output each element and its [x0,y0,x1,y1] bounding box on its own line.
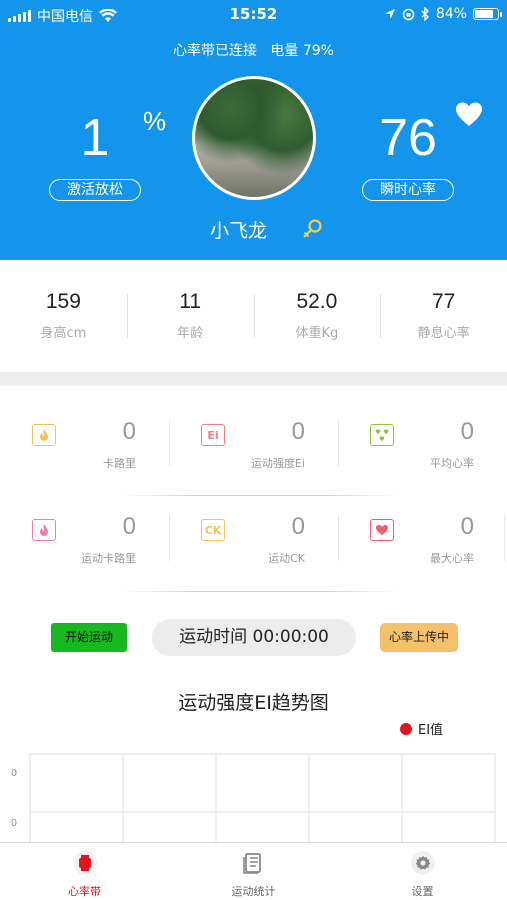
metrics-row: 0 卡路里 Ei 0 运动强度Ei 0 平均心率 [0,412,507,492]
username: 小飞龙 [209,220,267,242]
stat-height: 159 身高cm [0,260,127,372]
metric-value: 0 [460,418,474,445]
chart-legend: EI值 [400,719,443,738]
metric-ck: CK 0 运动CK [169,507,337,567]
ei-trend-chart: 00 [11,753,496,842]
metric-label: 平均心率 [430,457,474,470]
flame-pink-icon [32,519,56,541]
stat-value: 11 [179,290,202,313]
battery-icon [473,8,502,20]
stat-resting-hr: 77 静息心率 [380,260,507,372]
metric-calories: 0 卡路里 [0,412,168,472]
heart-icon [456,102,482,126]
orientation-lock-icon [402,8,415,20]
metric-ei: Ei 0 运动强度Ei [169,412,337,472]
band-battery-label: 电量 79% [270,43,334,59]
tab-bar: 心率带 运动统计 设置 [0,842,507,900]
stat-label: 静息心率 [417,326,470,341]
activation-relax-button[interactable]: 激活放松 [49,179,141,201]
tab-heart-band[interactable]: 心率带 [0,843,169,900]
tab-label: 设置 [411,885,434,898]
stat-value: 52.0 [296,290,338,313]
metric-value: 0 [460,513,474,540]
start-exercise-button[interactable]: 开始运动 [51,623,127,652]
exercise-time-display: 运动时间 00:00:00 [152,619,356,656]
battery-percent: 84% [435,6,467,22]
stat-label: 体重Kg [295,326,339,341]
heart-rate-value: 76 [379,109,437,167]
metric-value: 0 [122,418,136,445]
chart-plot-area [29,753,496,842]
tab-label: 运动统计 [231,885,276,898]
metric-label: 最大心率 [430,552,474,565]
tab-settings[interactable]: 设置 [338,843,507,900]
metric-label: 运动卡路里 [81,552,136,565]
stat-value: 77 [431,290,456,313]
stat-age: 11 年龄 [126,260,254,372]
metric-label: 卡路里 [103,457,136,470]
divider [504,515,505,561]
divider [120,591,400,592]
tab-label: 心率带 [68,885,101,898]
activation-value: 1 [80,109,110,167]
chart-title: 运动强度EI趋势图 [178,692,329,714]
flame-icon [32,424,56,446]
metric-value: 0 [291,418,305,445]
profile-stats: 159 身高cm 11 年龄 52.0 体重Kg 77 静息心率 [0,260,507,372]
stat-weight: 52.0 体重Kg [253,260,381,372]
bluetooth-icon [421,7,429,21]
stats-list-icon [242,853,261,874]
divider [120,495,400,496]
gear-icon [410,851,435,875]
legend-marker [400,722,412,735]
status-bar: 中国电信 15:52 84% [0,0,507,30]
section-divider [0,372,507,386]
activation-unit: % [143,106,167,136]
y-tick-label: 0 [11,768,17,779]
metric-value: 0 [291,513,305,540]
metric-value: 0 [122,513,136,540]
tab-exercise-stats[interactable]: 运动统计 [169,843,338,900]
location-arrow-icon [384,9,395,19]
female-gender-icon [303,219,322,238]
avatar[interactable] [192,76,316,200]
heart-band-icon [72,851,97,875]
y-tick-label: 0 [11,818,17,829]
header: 中国电信 15:52 84% 心率带已连接 电量 79% 1 % 激活放松 76… [0,0,507,260]
metric-max-hr: 0 最大心率 [338,507,506,567]
ck-icon: CK [201,519,225,541]
heart-box-icon [370,519,394,541]
stat-value: 159 [45,290,81,313]
stat-label: 年龄 [177,326,204,341]
connection-label: 心率带已连接 [173,43,258,59]
hearts-icon [370,424,394,446]
ei-icon: Ei [201,424,225,446]
connection-status: 心率带已连接 电量 79% [0,40,507,60]
stat-label: 身高cm [40,326,87,341]
metric-avg-hr: 0 平均心率 [338,412,506,472]
instant-heart-rate-button[interactable]: 瞬时心率 [362,179,454,201]
legend-label: EI值 [418,723,444,738]
heart-rate-upload-button[interactable]: 心率上传中 [380,623,458,652]
metric-label: 运动CK [268,552,305,565]
metric-label: 运动强度Ei [250,457,305,470]
metric-exercise-calories: 0 运动卡路里 [0,507,168,567]
metrics-row: 0 运动卡路里 CK 0 运动CK 0 最大心率 [0,507,507,587]
